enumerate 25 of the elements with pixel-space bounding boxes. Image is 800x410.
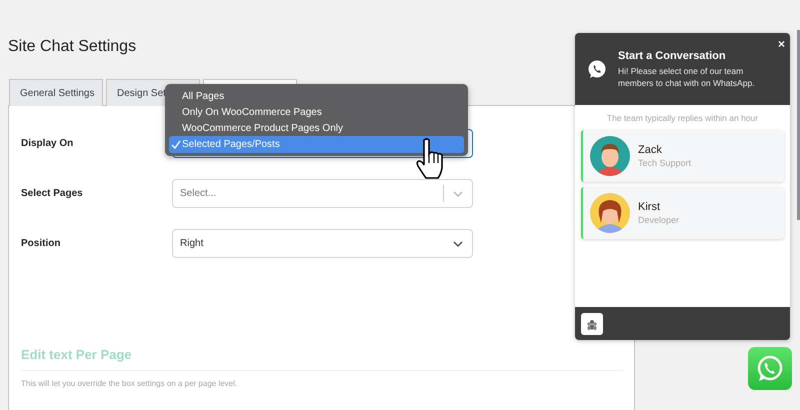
whatsapp-icon: [756, 354, 784, 382]
whatsapp-icon: [587, 59, 607, 79]
agent-role: Developer: [638, 215, 680, 225]
reply-note: The team typically replies within an hour: [606, 113, 760, 123]
chat-title: Start a Conversation: [618, 50, 727, 62]
section-description: This will let you override the box settings on a per page level.: [21, 379, 238, 388]
checkmark-icon: [170, 140, 180, 149]
team-button[interactable]: [581, 312, 603, 334]
agent-role: Tech Support: [638, 158, 692, 168]
agent-name: Zack: [638, 144, 663, 156]
agent-card[interactable]: Zack Tech Support: [581, 130, 784, 182]
dropdown-option[interactable]: WooCommerce Product Pages Only: [169, 120, 464, 136]
dropdown-option[interactable]: Only On WooCommerce Pages: [169, 104, 464, 120]
select-field[interactable]: Right: [172, 229, 473, 258]
section-heading: Edit text Per Page: [21, 346, 133, 364]
field-label: Display On: [21, 138, 74, 149]
tab[interactable]: General Settings: [9, 79, 103, 106]
agent-name: Kirst: [638, 201, 661, 213]
people-icon: [586, 318, 598, 330]
field-label: Select Pages: [21, 188, 84, 199]
agent-card[interactable]: Kirst Developer: [581, 187, 784, 239]
close-button[interactable]: ×: [776, 38, 787, 50]
select-field[interactable]: Select...: [172, 179, 473, 208]
field-label: Position: [21, 238, 62, 249]
chat-subtitle: Hi! Please select one of our team members to chat with on WhatsApp.: [618, 64, 756, 88]
